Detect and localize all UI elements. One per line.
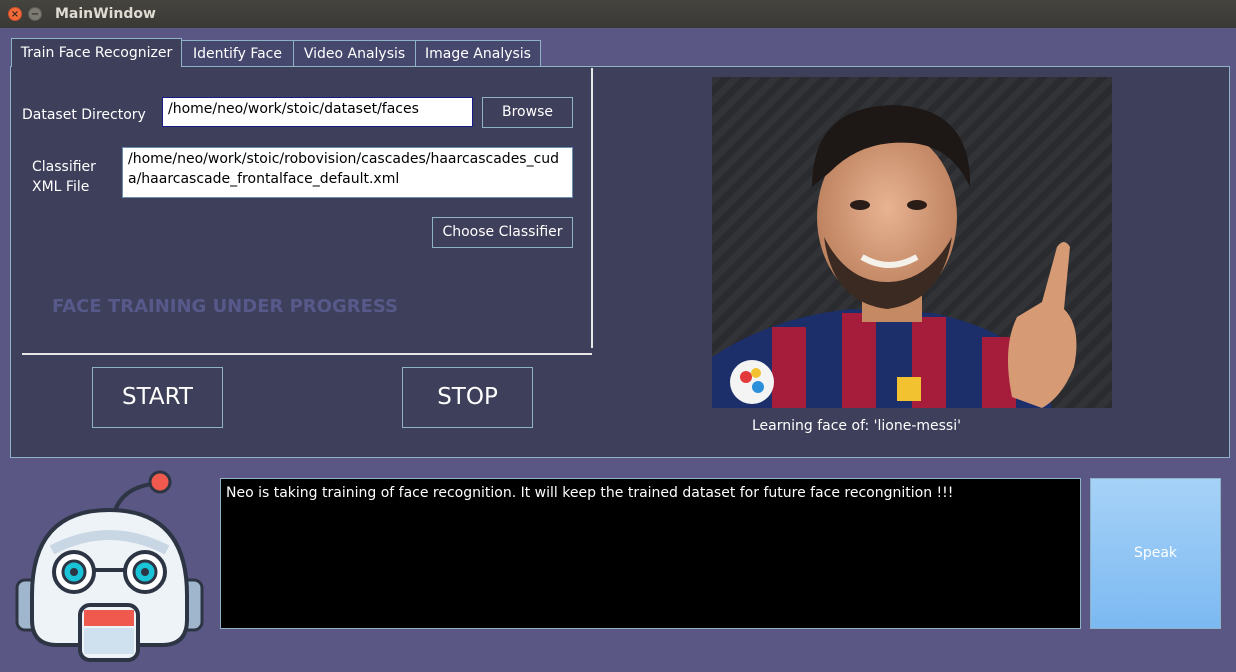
- classifier-xml-file-label: Classifier XML File: [32, 159, 96, 195]
- vertical-divider: [591, 68, 593, 348]
- robot-avatar: [12, 470, 207, 665]
- tab-train-face-recognizer[interactable]: Train Face Recognizer: [11, 38, 182, 67]
- choose-classifier-button[interactable]: Choose Classifier: [432, 217, 573, 248]
- dataset-directory-input[interactable]: /home/neo/work/stoic/dataset/faces: [162, 97, 473, 127]
- learning-face-caption: Learning face of: 'lione-messi': [752, 418, 961, 434]
- horizontal-divider: [22, 353, 592, 355]
- window-title: MainWindow: [55, 6, 156, 22]
- tab-identify-face[interactable]: Identify Face: [181, 40, 294, 66]
- speak-button[interactable]: Speak: [1090, 478, 1221, 629]
- close-window-button[interactable]: ×: [8, 7, 22, 21]
- tab-image-analysis[interactable]: Image Analysis: [415, 40, 541, 66]
- minimize-window-button[interactable]: −: [28, 7, 42, 21]
- speech-text-area[interactable]: Neo is taking training of face recogniti…: [220, 478, 1081, 629]
- stop-button[interactable]: STOP: [402, 367, 533, 428]
- training-face-image: [712, 77, 1112, 408]
- title-bar: × − MainWindow: [0, 0, 1236, 28]
- browse-button[interactable]: Browse: [482, 97, 573, 128]
- classifier-xml-input[interactable]: /home/neo/work/stoic/robovision/cascades…: [122, 147, 573, 198]
- tab-video-analysis[interactable]: Video Analysis: [293, 40, 416, 66]
- training-status-text: FACE TRAINING UNDER PROGRESS: [52, 296, 399, 317]
- dataset-directory-label: Dataset Directory: [22, 107, 146, 123]
- start-button[interactable]: START: [92, 367, 223, 428]
